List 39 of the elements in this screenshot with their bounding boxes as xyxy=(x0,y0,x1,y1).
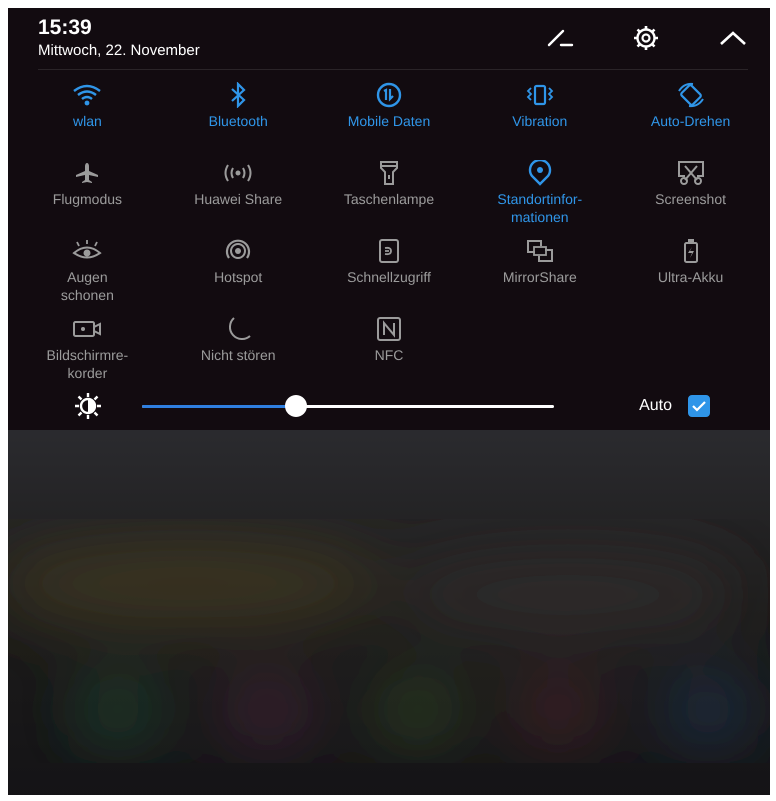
checkmark-icon xyxy=(691,400,707,412)
vibration-icon xyxy=(524,82,555,108)
battery-bolt-icon xyxy=(682,238,700,264)
nfc-icon xyxy=(376,316,402,342)
clock-time: 15:39 xyxy=(38,16,93,40)
toggle-tile[interactable]: Bluetooth xyxy=(162,82,314,152)
toggle-tile[interactable]: Auto-Drehen xyxy=(615,82,766,152)
brightness-icon xyxy=(74,392,102,420)
toggle-tile[interactable]: Bildschirmre- korder xyxy=(12,316,163,386)
toggle-tile[interactable]: Ultra-Akku xyxy=(615,238,766,308)
toggle-tile[interactable]: Nicht stören xyxy=(162,316,314,386)
wifi-icon xyxy=(72,82,102,108)
auto-checkbox[interactable] xyxy=(688,395,710,417)
bluetooth-icon xyxy=(229,82,248,108)
rotate-icon xyxy=(676,82,706,108)
flashlight-icon xyxy=(378,160,399,186)
airplane-icon xyxy=(74,160,100,186)
toggle-tile[interactable]: Schnellzugriff xyxy=(314,238,464,308)
date-text: Mittwoch, 22. November xyxy=(38,42,200,59)
toggle-tile[interactable]: Flugmodus xyxy=(12,160,163,230)
toggle-tile[interactable]: Mobile Daten xyxy=(314,82,464,152)
toggle-tile[interactable]: Hotspot xyxy=(162,238,314,308)
toggle-tile[interactable]: Taschenlampe xyxy=(314,160,464,230)
toggle-tile[interactable]: Standortinfor- mationen xyxy=(464,160,616,230)
collapse-chevron-icon[interactable] xyxy=(718,28,748,46)
settings-icon[interactable] xyxy=(632,24,660,52)
quick-access-icon xyxy=(378,238,400,264)
auto-label: Auto xyxy=(639,397,672,415)
toggle-tile[interactable]: Augen schonen xyxy=(12,238,163,308)
toggle-tile[interactable]: wlan xyxy=(12,82,163,152)
toggle-tile[interactable]: Screenshot xyxy=(615,160,766,230)
location-pin-icon xyxy=(528,160,552,186)
toggle-tile[interactable]: Huawei Share xyxy=(162,160,314,230)
mirror-screens-icon xyxy=(524,238,555,264)
toggle-tile[interactable]: MirrorShare xyxy=(464,238,616,308)
screenshot-scissors-icon xyxy=(676,160,706,186)
slider-thumb[interactable] xyxy=(285,395,308,417)
toggle-tile[interactable]: Vibration xyxy=(464,82,616,152)
toggle-tile[interactable]: NFC xyxy=(314,316,464,386)
